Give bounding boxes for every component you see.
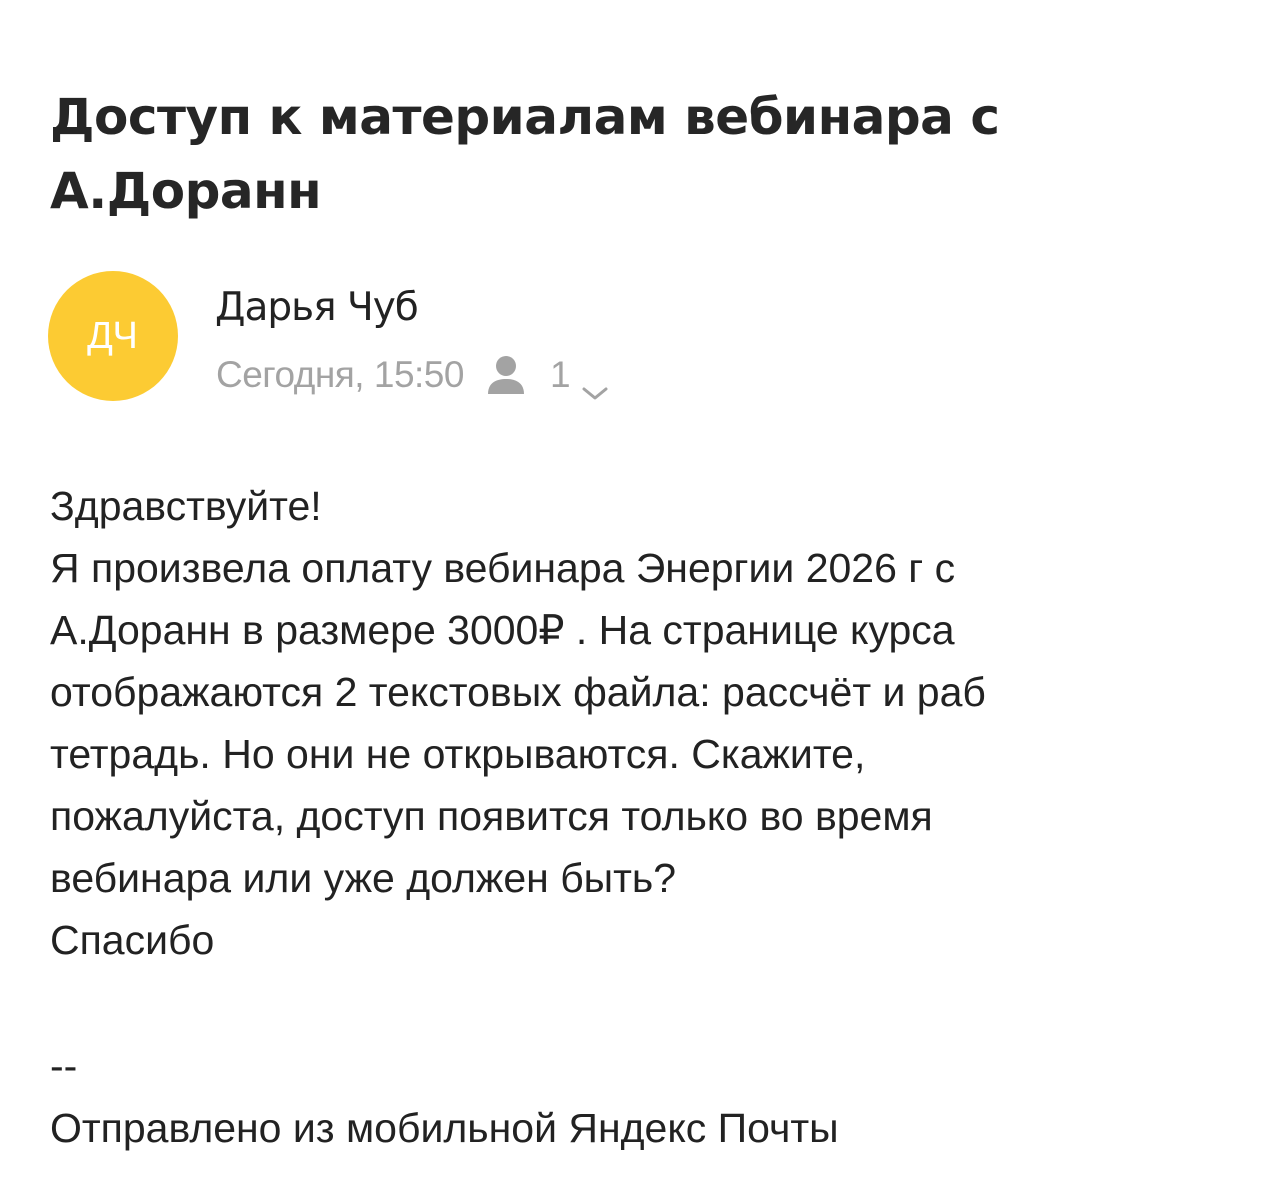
sender-avatar[interactable]: ДЧ xyxy=(48,271,178,401)
body-line: пожалуйста, доступ появится только во вр… xyxy=(50,793,933,839)
sender-name[interactable]: Дарья Чуб xyxy=(215,283,419,333)
body-line: вебинара или уже должен быть? xyxy=(50,855,677,901)
message-body: Здравствуйте! Я произвела оплату вебинар… xyxy=(50,475,1240,971)
recipients-count[interactable]: 1 xyxy=(550,354,571,396)
body-line: Спасибо xyxy=(50,917,215,963)
person-icon[interactable] xyxy=(486,354,526,396)
body-line: тетрадь. Но они не открываются. Скажите, xyxy=(50,731,866,777)
body-line: отображаются 2 текстовых файла: рассчёт … xyxy=(50,669,986,715)
body-line: Здравствуйте! xyxy=(50,483,322,529)
body-line: А.Доранн в размере 3000₽ . На странице к… xyxy=(50,607,955,653)
chevron-down-icon[interactable] xyxy=(581,370,609,400)
body-line: Я произвела оплату вебинара Энергии 2026… xyxy=(50,545,956,591)
message-meta: Сегодня, 15:50 1 xyxy=(216,352,609,400)
message-subject: Доступ к материалам вебинара с А.Доранн xyxy=(50,88,1000,220)
message-date: Сегодня, 15:50 xyxy=(216,354,464,395)
signature: Отправлено из мобильной Яндекс Почты xyxy=(50,1105,839,1151)
signature-separator: -- xyxy=(50,1043,78,1089)
avatar-initials: ДЧ xyxy=(87,314,139,357)
